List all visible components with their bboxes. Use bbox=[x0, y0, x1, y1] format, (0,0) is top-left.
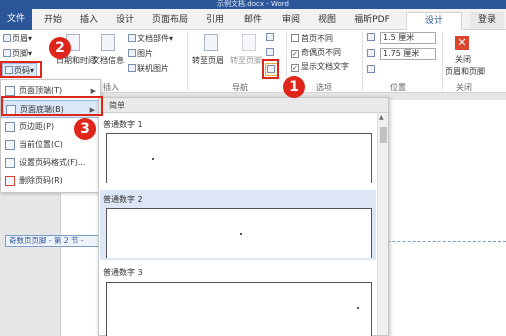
scrollbar-thumb[interactable] bbox=[380, 127, 387, 143]
document-info-button[interactable]: 文档信息 bbox=[92, 55, 124, 66]
tab-insert[interactable]: 插入 bbox=[76, 12, 102, 29]
header-icon bbox=[3, 34, 11, 42]
goto-header-button[interactable]: 转至页眉 bbox=[192, 55, 224, 66]
menu-item-label: 设置页码格式(F)... bbox=[19, 158, 86, 167]
menu-item-format-page-numbers[interactable]: 设置页码格式(F)... bbox=[1, 154, 100, 172]
insert-alignment-tab-icon[interactable] bbox=[367, 65, 376, 74]
quick-parts-icon bbox=[128, 34, 136, 42]
close-header-footer-line1[interactable]: 关闭 bbox=[455, 54, 471, 65]
checkmark-icon: ✓ bbox=[291, 64, 299, 72]
page-margins-icon bbox=[5, 122, 15, 132]
document-info-icon bbox=[101, 34, 115, 51]
close-header-footer-line2[interactable]: 页眉和页脚 bbox=[445, 66, 485, 77]
pictures-button[interactable]: 图片 bbox=[128, 48, 153, 59]
different-first-page-checkbox[interactable]: 首页不同 bbox=[291, 33, 333, 44]
separator bbox=[362, 32, 363, 90]
pictures-label: 图片 bbox=[137, 49, 153, 58]
quick-parts-label: 文档部件 bbox=[137, 34, 169, 43]
menu-item-label: 页边距(P) bbox=[19, 122, 55, 131]
footer-position-spinner[interactable]: 1.75 厘米 bbox=[380, 48, 436, 60]
different-first-page-label: 首页不同 bbox=[301, 34, 333, 43]
page-number-marker bbox=[152, 158, 154, 160]
different-odd-even-label: 奇偶页不同 bbox=[301, 48, 341, 57]
header-button-label: 页眉 bbox=[12, 34, 28, 43]
quick-parts-button[interactable]: 文档部件▾ bbox=[128, 33, 173, 44]
position-group-label: 位置 bbox=[390, 83, 406, 92]
tab-home[interactable]: 开始 bbox=[38, 12, 68, 29]
picture-icon bbox=[128, 49, 136, 57]
gallery-item-plain-number-3-label: 普通数字 3 bbox=[103, 268, 143, 277]
header-position-icon bbox=[367, 33, 376, 42]
page-number-gallery: 简单 普通数字 1 普通数字 2 普通数字 3 ▲ bbox=[98, 97, 389, 336]
footer-icon bbox=[3, 49, 11, 57]
separator bbox=[442, 32, 443, 90]
gallery-item-plain-number-2-label: 普通数字 2 bbox=[103, 195, 143, 204]
gallery-section-header: 简单 bbox=[99, 98, 388, 113]
tab-design[interactable]: 设计 bbox=[112, 12, 138, 29]
checkbox-icon bbox=[291, 34, 299, 42]
gallery-item-plain-number-3[interactable] bbox=[106, 282, 372, 336]
tab-references[interactable]: 引用 bbox=[202, 12, 228, 29]
previous-section-button[interactable] bbox=[266, 33, 275, 42]
footer-button[interactable]: 页脚▾ bbox=[3, 48, 32, 59]
ribbon-tabs: 文件 开始 插入 设计 页面布局 引用 邮件 审阅 视图 福昕PDF 设计 登录 bbox=[0, 9, 506, 30]
close-group-label: 关闭 bbox=[456, 83, 472, 92]
gallery-item-plain-number-1-label: 普通数字 1 bbox=[103, 120, 143, 129]
sign-in-button[interactable]: 登录 bbox=[470, 12, 504, 29]
footer-button-label: 页脚 bbox=[12, 49, 28, 58]
goto-footer-icon bbox=[242, 34, 256, 51]
format-page-numbers-icon bbox=[5, 158, 15, 168]
navigation-group-label: 导航 bbox=[232, 83, 248, 92]
tab-page-layout[interactable]: 页面布局 bbox=[146, 12, 194, 29]
next-section-button[interactable] bbox=[266, 48, 275, 57]
online-pictures-label: 联机图片 bbox=[137, 64, 169, 73]
online-picture-icon bbox=[128, 64, 136, 72]
page-top-icon bbox=[5, 86, 15, 96]
gallery-item-plain-number-1[interactable] bbox=[106, 133, 372, 183]
tab-review[interactable]: 审阅 bbox=[278, 12, 304, 29]
checkmark-icon: ✓ bbox=[291, 50, 299, 58]
title-bar: 示例文档.docx - Word bbox=[0, 0, 506, 9]
odd-page-footer-tag: 奇数页页脚 - 第 2 节 - bbox=[5, 235, 101, 247]
current-position-icon bbox=[5, 140, 15, 150]
menu-item-remove-page-numbers[interactable]: 删除页码(R) bbox=[1, 172, 100, 190]
footer-position-icon bbox=[367, 49, 376, 58]
highlight-page-number-button bbox=[0, 61, 42, 78]
close-header-footer-icon[interactable]: ✕ bbox=[455, 36, 469, 50]
menu-item-label: 页面顶端(T) bbox=[19, 86, 63, 95]
gallery-scrollbar[interactable]: ▲ bbox=[377, 113, 388, 335]
scroll-up-icon[interactable]: ▲ bbox=[379, 114, 384, 121]
different-odd-even-checkbox[interactable]: ✓ 奇偶页不同 bbox=[291, 47, 341, 58]
tab-foxit-pdf[interactable]: 福昕PDF bbox=[350, 12, 394, 29]
menu-item-label: 删除页码(R) bbox=[19, 176, 63, 185]
highlight-bottom-of-page-item bbox=[1, 96, 103, 116]
step-3-badge: 3 bbox=[74, 118, 96, 140]
menu-item-label: 当前位置(C) bbox=[19, 140, 63, 149]
show-document-text-label: 显示文档文字 bbox=[301, 62, 349, 71]
options-group-label: 选项 bbox=[316, 83, 332, 92]
show-document-text-checkbox[interactable]: ✓ 显示文档文字 bbox=[291, 61, 349, 72]
header-position-spinner[interactable]: 1.5 厘米 bbox=[380, 32, 436, 44]
separator bbox=[187, 32, 188, 90]
goto-footer-button[interactable]: 转至页脚 bbox=[230, 55, 262, 66]
highlight-link-to-previous bbox=[262, 59, 279, 79]
tab-view[interactable]: 视图 bbox=[314, 12, 340, 29]
step-2-badge: 2 bbox=[49, 37, 71, 59]
tab-mailings[interactable]: 邮件 bbox=[240, 12, 266, 29]
step-1-badge: 1 bbox=[283, 76, 305, 98]
insert-group-label: 插入 bbox=[103, 83, 119, 92]
tab-header-footer-design[interactable]: 设计 bbox=[406, 12, 462, 30]
tab-file[interactable]: 文件 bbox=[0, 9, 32, 30]
next-icon bbox=[266, 48, 274, 56]
page-number-marker bbox=[240, 233, 242, 235]
remove-page-numbers-icon bbox=[5, 176, 15, 186]
online-pictures-button[interactable]: 联机图片 bbox=[128, 63, 169, 74]
previous-icon bbox=[266, 33, 274, 41]
page-number-marker bbox=[357, 307, 359, 309]
goto-header-icon bbox=[204, 34, 218, 51]
gallery-item-plain-number-2[interactable] bbox=[106, 208, 372, 258]
header-button[interactable]: 页眉▾ bbox=[3, 33, 32, 44]
window-title: 示例文档.docx - Word bbox=[217, 0, 289, 8]
